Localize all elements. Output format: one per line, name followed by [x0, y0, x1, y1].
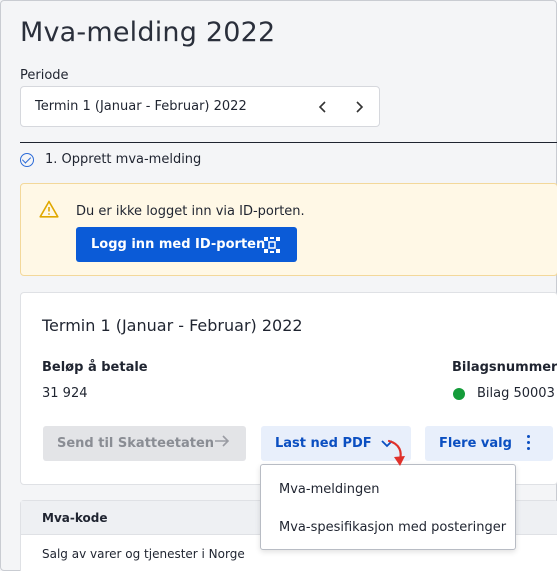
- step-label: 1. Opprett mva-melding: [45, 152, 202, 167]
- status-dot-icon: [453, 387, 465, 400]
- bilag-label: Bilagsnummer: [452, 360, 557, 375]
- login-button-label: Logg inn med ID-porten: [91, 237, 266, 252]
- send-button-label: Send til Skatteetaten: [57, 436, 215, 451]
- send-to-skatteetaten-button[interactable]: Send til Skatteetaten: [43, 426, 246, 461]
- warning-icon: [39, 200, 59, 222]
- app-frame: Mva-melding 2022 Periode Termin 1 (Janua…: [0, 0, 557, 571]
- card-title: Termin 1 (Januar - Februar) 2022: [42, 316, 303, 335]
- period-selector[interactable]: Termin 1 (Januar - Februar) 2022: [20, 86, 380, 127]
- amount-label: Beløp å betale: [42, 360, 148, 375]
- check-circle-icon: [20, 152, 34, 167]
- pdf-button-label: Last ned PDF: [275, 436, 372, 451]
- step-opprett[interactable]: 1. Opprett mva-melding: [20, 152, 201, 167]
- arrow-right-icon: [214, 433, 230, 453]
- warning-panel: Du er ikke logget inn via ID-porten. Log…: [20, 183, 557, 276]
- red-arrow-icon: [386, 438, 408, 476]
- table-row[interactable]: Salg av varer og tjenester i Norge: [42, 547, 245, 561]
- divider: [20, 142, 557, 143]
- page-title: Mva-melding 2022: [20, 17, 276, 48]
- warning-text: Du er ikke logget inn via ID-porten.: [76, 204, 305, 219]
- id-porten-icon: [263, 236, 281, 258]
- bilag-number: Bilag 50003: [477, 386, 555, 401]
- period-value: Termin 1 (Januar - Februar) 2022: [35, 99, 247, 114]
- pdf-dropdown-menu: Mva-meldingen Mva-spesifikasjon med post…: [260, 464, 516, 550]
- chevron-right-icon[interactable]: [347, 95, 371, 119]
- chevron-left-icon[interactable]: [311, 95, 335, 119]
- bilag-value: Bilag 50003: [453, 386, 555, 401]
- more-options-button[interactable]: Flere valg: [425, 426, 553, 461]
- more-button-label: Flere valg: [439, 436, 512, 451]
- kebab-menu-icon: [527, 435, 531, 451]
- menu-item-mva-meldingen[interactable]: Mva-meldingen: [279, 482, 379, 497]
- menu-item-mva-spesifikasjon[interactable]: Mva-spesifikasjon med posteringer: [279, 520, 506, 535]
- amount-value: 31 924: [42, 386, 88, 401]
- periode-label: Periode: [20, 68, 69, 83]
- column-header-mva-kode: Mva-kode: [42, 511, 108, 525]
- mva-card: Termin 1 (Januar - Februar) 2022 Beløp å…: [20, 292, 557, 485]
- login-id-porten-button[interactable]: Logg inn med ID-porten: [76, 227, 297, 262]
